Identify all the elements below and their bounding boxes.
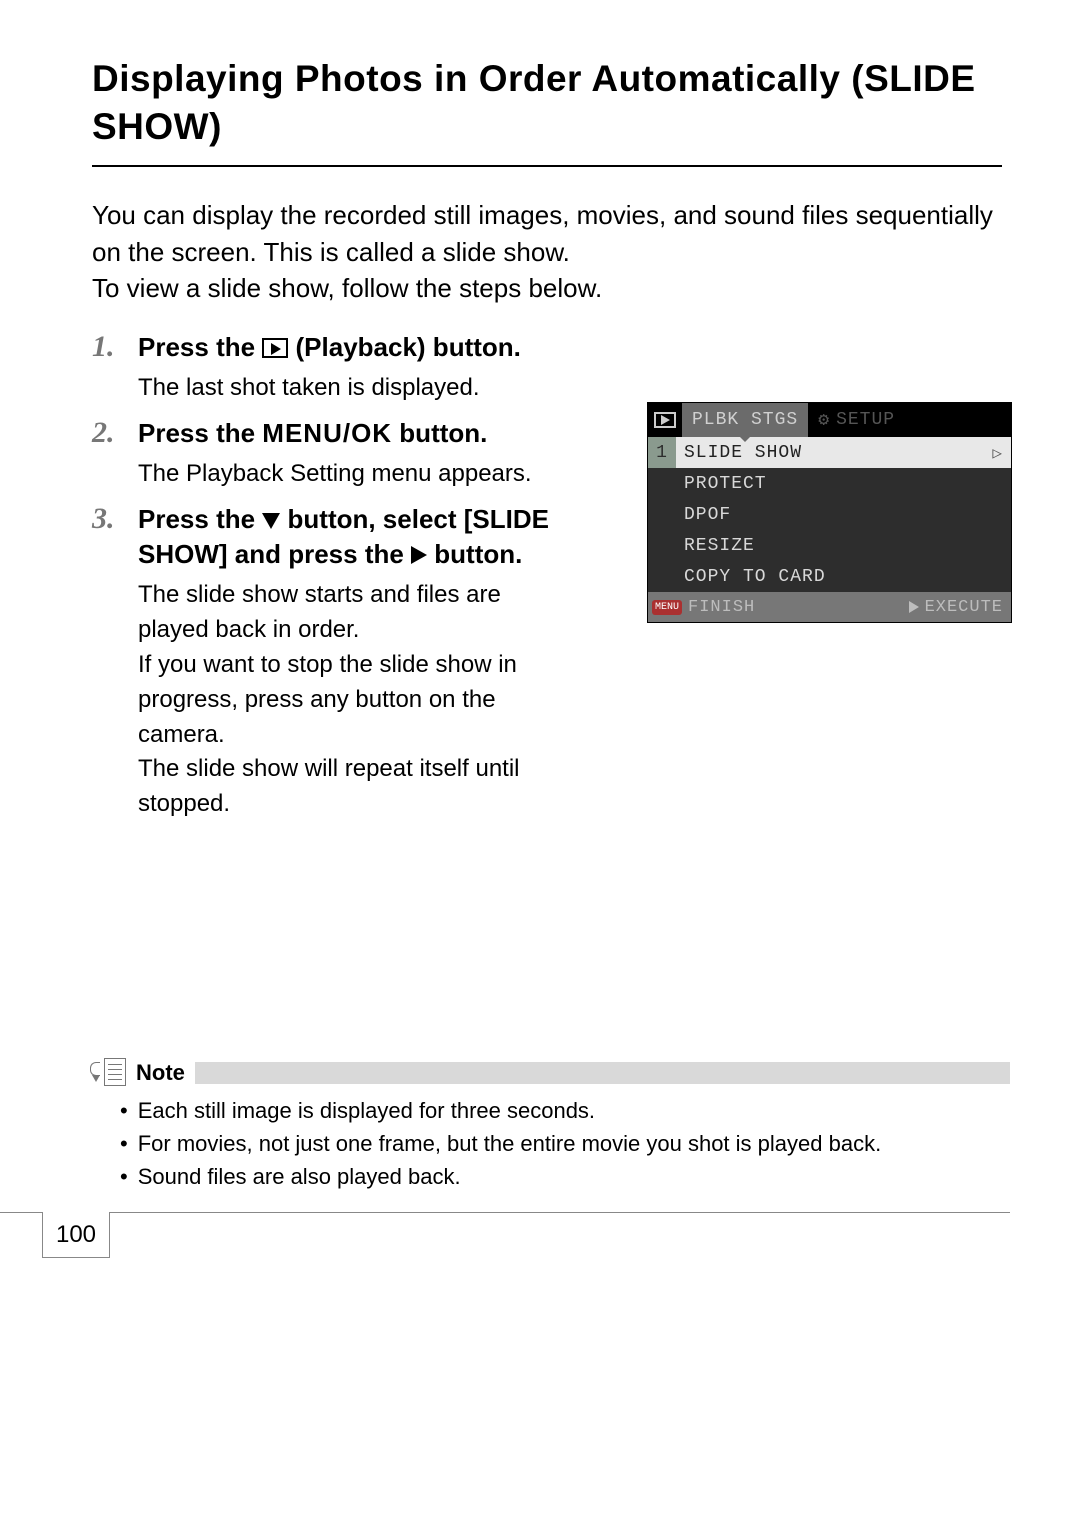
note-item: For movies, not just one frame, but the … [138,1127,1010,1160]
note-list: Each still image is displayed for three … [92,1094,1010,1193]
right-triangle-icon [411,546,427,564]
footer-rule [0,1212,1010,1213]
note-icon [92,1058,126,1088]
text: SETUP [836,410,895,430]
text: Press the [138,418,262,448]
intro-text: You can display the recorded still image… [92,197,1002,306]
text: Press the [138,504,262,534]
step-1: 1. Press the (Playback) button. The last… [92,330,1002,406]
menu-item: DPOF [648,499,1011,530]
camera-menu-screenshot: PLBK STGS ⚙SETUP 1 SLIDE SHOW ▷ PROTECT … [647,402,1012,623]
menu-item-label: RESIZE [684,536,1003,556]
step-number: 2. [92,416,138,451]
menu-item-label: PROTECT [684,474,1003,494]
note-block: Note Each still image is displayed for t… [92,1058,1010,1193]
menu-item-selected: 1 SLIDE SHOW ▷ [648,437,1011,468]
text: button. [392,418,487,448]
step-heading: Press the (Playback) button. [138,330,1002,365]
menu-item: COPY TO CARD [648,561,1011,592]
menu-item-label: DPOF [684,505,1003,525]
submenu-arrow-icon: ▷ [992,443,1003,463]
text: button. [427,539,522,569]
page-indicator: 1 [648,437,676,468]
note-label: Note [136,1060,185,1086]
menu-badge-icon: MENU [652,600,682,615]
page-number: 100 [42,1212,110,1258]
step-description: The slide show starts and files are play… [138,578,568,822]
menu-ok-label: MENU/OK [262,418,392,448]
menu-item: RESIZE [648,530,1011,561]
footer-execute-label: EXECUTE [925,598,1003,617]
playback-icon [262,338,288,358]
step-number: 1. [92,330,138,365]
step-number: 3. [92,502,138,537]
right-triangle-icon [909,601,919,613]
note-item: Each still image is displayed for three … [138,1094,1010,1127]
text: Press the [138,332,262,362]
menu-item-label: SLIDE SHOW [684,443,992,463]
playback-mode-icon [648,403,682,437]
tab-plbk-stgs: PLBK STGS [682,403,808,437]
menu-body: 1 SLIDE SHOW ▷ PROTECT DPOF RESIZE COPY … [648,437,1011,592]
step-heading: Press the button, select [SLIDE SHOW] an… [138,502,568,572]
menu-item: PROTECT [648,468,1011,499]
page-title: Displaying Photos in Order Automatically… [92,55,1002,167]
note-item: Sound files are also played back. [138,1160,1010,1193]
tab-setup: ⚙SETUP [808,403,905,437]
note-header-bar [195,1062,1010,1084]
menu-tabs: PLBK STGS ⚙SETUP [648,403,1011,437]
footer-finish-label: FINISH [688,598,755,617]
menu-footer: MENU FINISH EXECUTE [648,592,1011,622]
down-triangle-icon [262,513,280,529]
text: (Playback) button. [288,332,521,362]
menu-item-label: COPY TO CARD [684,567,1003,587]
